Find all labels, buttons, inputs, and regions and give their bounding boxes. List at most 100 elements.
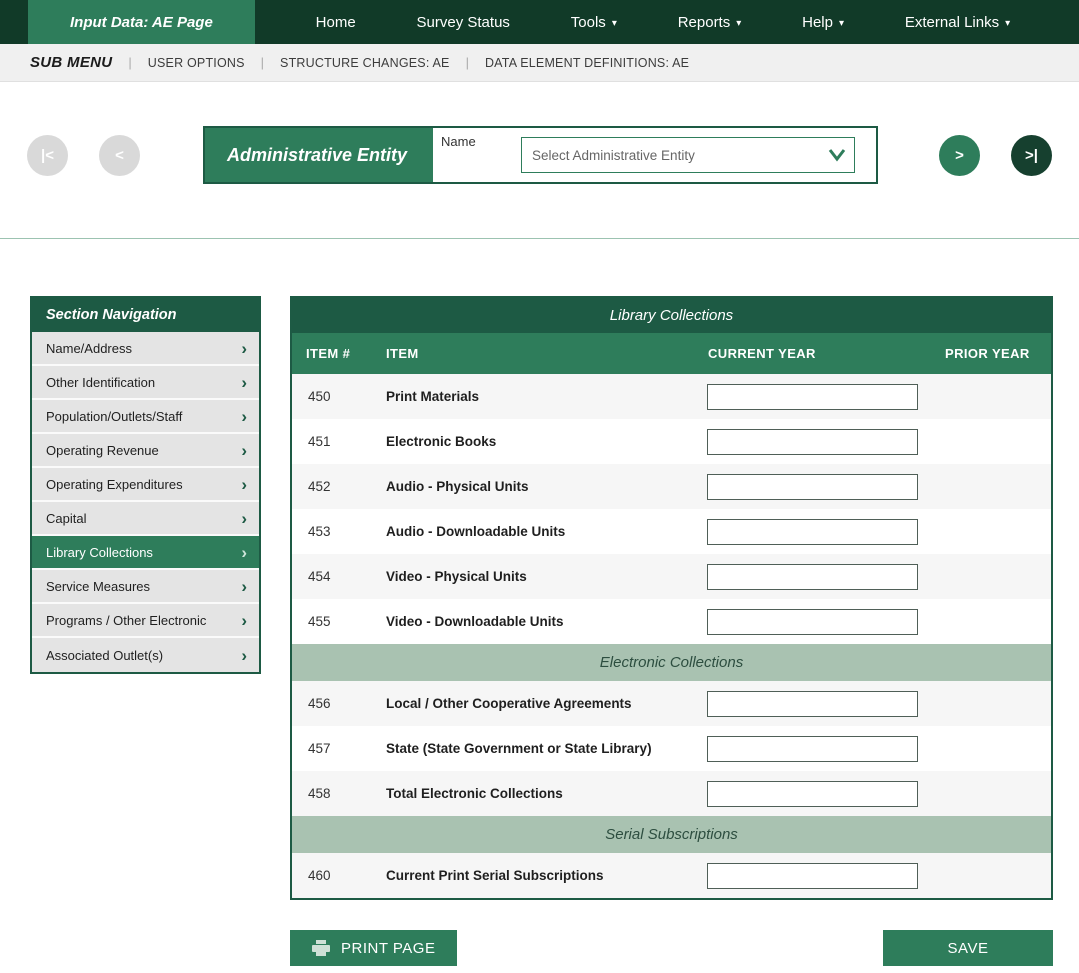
caret-down-icon: ▾ xyxy=(1005,18,1010,29)
sidebar-item-name-address[interactable]: Name/Address› xyxy=(32,332,259,366)
nav-item-label: Help xyxy=(802,14,833,31)
nav-item-label: Reports xyxy=(678,14,731,31)
submenu-bar: SUB MENU | USER OPTIONS | STRUCTURE CHANGES… xyxy=(0,44,1079,82)
submenu-item-structure-changes-ae[interactable]: STRUCTURE CHANGES: AE xyxy=(280,56,450,70)
chevron-right-icon: › xyxy=(241,340,247,357)
sidebar-item-service-measures[interactable]: Service Measures› xyxy=(32,570,259,604)
column-current-year: CURRENT YEAR xyxy=(694,346,931,361)
next-page-button[interactable]: > xyxy=(939,135,980,176)
section-navigation: Section Navigation Name/Address›Other Id… xyxy=(30,296,261,674)
entity-pager-row: |< < Administrative Entity Name Select A… xyxy=(0,126,1079,184)
item-number-cell: 455 xyxy=(292,614,372,629)
nav-spacer xyxy=(0,0,28,44)
table-row-451: 451Electronic Books xyxy=(292,419,1051,464)
item-number-cell: 456 xyxy=(292,696,372,711)
sidebar-item-label: Associated Outlet(s) xyxy=(46,648,163,663)
sidebar-item-label: Operating Revenue xyxy=(46,443,159,458)
item-number-cell: 452 xyxy=(292,479,372,494)
last-page-button[interactable]: >| xyxy=(1011,135,1052,176)
sidebar-item-library-collections[interactable]: Library Collections › xyxy=(32,536,259,570)
current-year-input-460[interactable] xyxy=(707,863,918,889)
current-year-cell xyxy=(694,736,931,762)
sidebar-item-label: Other Identification xyxy=(46,375,155,390)
sidebar-item-label: Population/Outlets/Staff xyxy=(46,409,182,424)
item-number-cell: 451 xyxy=(292,434,372,449)
separator: | xyxy=(466,55,469,70)
item-name-cell: Print Materials xyxy=(372,389,694,404)
nav-item-label: External Links xyxy=(905,14,999,31)
current-year-input-455[interactable] xyxy=(707,609,918,635)
collections-table-body: 450Print Materials451Electronic Books452… xyxy=(292,374,1051,898)
admin-entity-label: Administrative Entity xyxy=(205,128,433,182)
table-row-454: 454Video - Physical Units xyxy=(292,554,1051,599)
library-collections-table: Library Collections ITEM # ITEM CURRENT … xyxy=(290,296,1053,900)
current-year-cell xyxy=(694,429,931,455)
sidebar-item-operating-revenue[interactable]: Operating Revenue › xyxy=(32,434,259,468)
sidebar-item-population-outlets-staff[interactable]: Population/Outlets/Staff› xyxy=(32,400,259,434)
current-year-cell xyxy=(694,384,931,410)
nav-item-home[interactable]: Home xyxy=(316,14,356,31)
item-name-cell: Current Print Serial Subscriptions xyxy=(372,868,694,883)
action-buttons-row: PRINT PAGE SAVE xyxy=(290,930,1053,966)
table-row-450: 450Print Materials xyxy=(292,374,1051,419)
chevron-right-icon: › xyxy=(241,476,247,493)
current-year-input-453[interactable] xyxy=(707,519,918,545)
sidebar-item-other-identification[interactable]: Other Identification› xyxy=(32,366,259,400)
submenu-item-data-element-definitions-ae[interactable]: DATA ELEMENT DEFINITIONS: AE xyxy=(485,56,689,70)
item-name-cell: Audio - Downloadable Units xyxy=(372,524,694,539)
current-year-input-450[interactable] xyxy=(707,384,918,410)
table-row-452: 452Audio - Physical Units xyxy=(292,464,1051,509)
chevron-right-icon: › xyxy=(241,612,247,629)
section-header-electronic-collections: Electronic Collections xyxy=(292,644,1051,681)
caret-down-icon: ▾ xyxy=(736,18,741,29)
sidebar-item-label: Library Collections xyxy=(46,545,153,560)
admin-entity-select[interactable]: Select Administrative Entity xyxy=(521,137,855,173)
nav-item-survey-status[interactable]: Survey Status xyxy=(417,14,510,31)
nav-item-tools[interactable]: Tools ▾ xyxy=(571,14,617,31)
tab-input-data-ae[interactable]: Input Data: AE Page xyxy=(28,0,255,44)
prev-page-button[interactable]: < xyxy=(99,135,140,176)
chevron-right-icon: › xyxy=(241,578,247,595)
column-item-number: ITEM # xyxy=(292,346,372,361)
sidebar-item-label: Programs / Other Electronic xyxy=(46,613,206,628)
item-number-cell: 457 xyxy=(292,741,372,756)
main-nav: HomeSurvey StatusTools▾Reports▾Help▾Exte… xyxy=(255,0,1079,44)
item-number-cell: 458 xyxy=(292,786,372,801)
current-year-cell xyxy=(694,564,931,590)
sidebar-item-associated-outlet-s[interactable]: Associated Outlet(s) › xyxy=(32,638,259,672)
name-label: Name xyxy=(441,134,476,149)
current-year-input-454[interactable] xyxy=(707,564,918,590)
current-year-input-458[interactable] xyxy=(707,781,918,807)
sidebar-item-label: Capital xyxy=(46,511,86,526)
print-page-button[interactable]: PRINT PAGE xyxy=(290,930,457,966)
caret-down-icon: ▾ xyxy=(612,18,617,29)
section-navigation-items: Name/Address›Other Identification›Popula… xyxy=(32,332,259,672)
column-prior-year: PRIOR YEAR xyxy=(931,346,1051,361)
current-year-input-456[interactable] xyxy=(707,691,918,717)
sidebar-item-programs-other-electronic[interactable]: Programs / Other Electronic › xyxy=(32,604,259,638)
current-year-input-451[interactable] xyxy=(707,429,918,455)
current-year-input-452[interactable] xyxy=(707,474,918,500)
admin-entity-box: Administrative Entity Name Select Admini… xyxy=(203,126,878,184)
column-item: ITEM xyxy=(372,346,694,361)
submenu-item-user-options[interactable]: USER OPTIONS xyxy=(148,56,245,70)
save-button[interactable]: SAVE xyxy=(883,930,1053,966)
table-row-456: 456Local / Other Cooperative Agreements xyxy=(292,681,1051,726)
current-year-cell xyxy=(694,781,931,807)
submenu-title: SUB MENU xyxy=(30,54,112,71)
item-number-cell: 454 xyxy=(292,569,372,584)
item-name-cell: Audio - Physical Units xyxy=(372,479,694,494)
nav-item-external-links[interactable]: External Links ▾ xyxy=(905,14,1010,31)
table-row-457: 457State (State Government or State Libr… xyxy=(292,726,1051,771)
separator: | xyxy=(261,55,264,70)
chevron-right-icon: › xyxy=(241,647,247,664)
nav-item-reports[interactable]: Reports ▾ xyxy=(678,14,742,31)
chevron-right-icon: › xyxy=(241,442,247,459)
nav-item-label: Tools xyxy=(571,14,606,31)
first-page-button[interactable]: |< xyxy=(27,135,68,176)
nav-item-help[interactable]: Help▾ xyxy=(802,14,844,31)
current-year-input-457[interactable] xyxy=(707,736,918,762)
chevron-right-icon: › xyxy=(241,544,247,561)
sidebar-item-capital[interactable]: Capital› xyxy=(32,502,259,536)
sidebar-item-operating-expenditures[interactable]: Operating Expenditures› xyxy=(32,468,259,502)
